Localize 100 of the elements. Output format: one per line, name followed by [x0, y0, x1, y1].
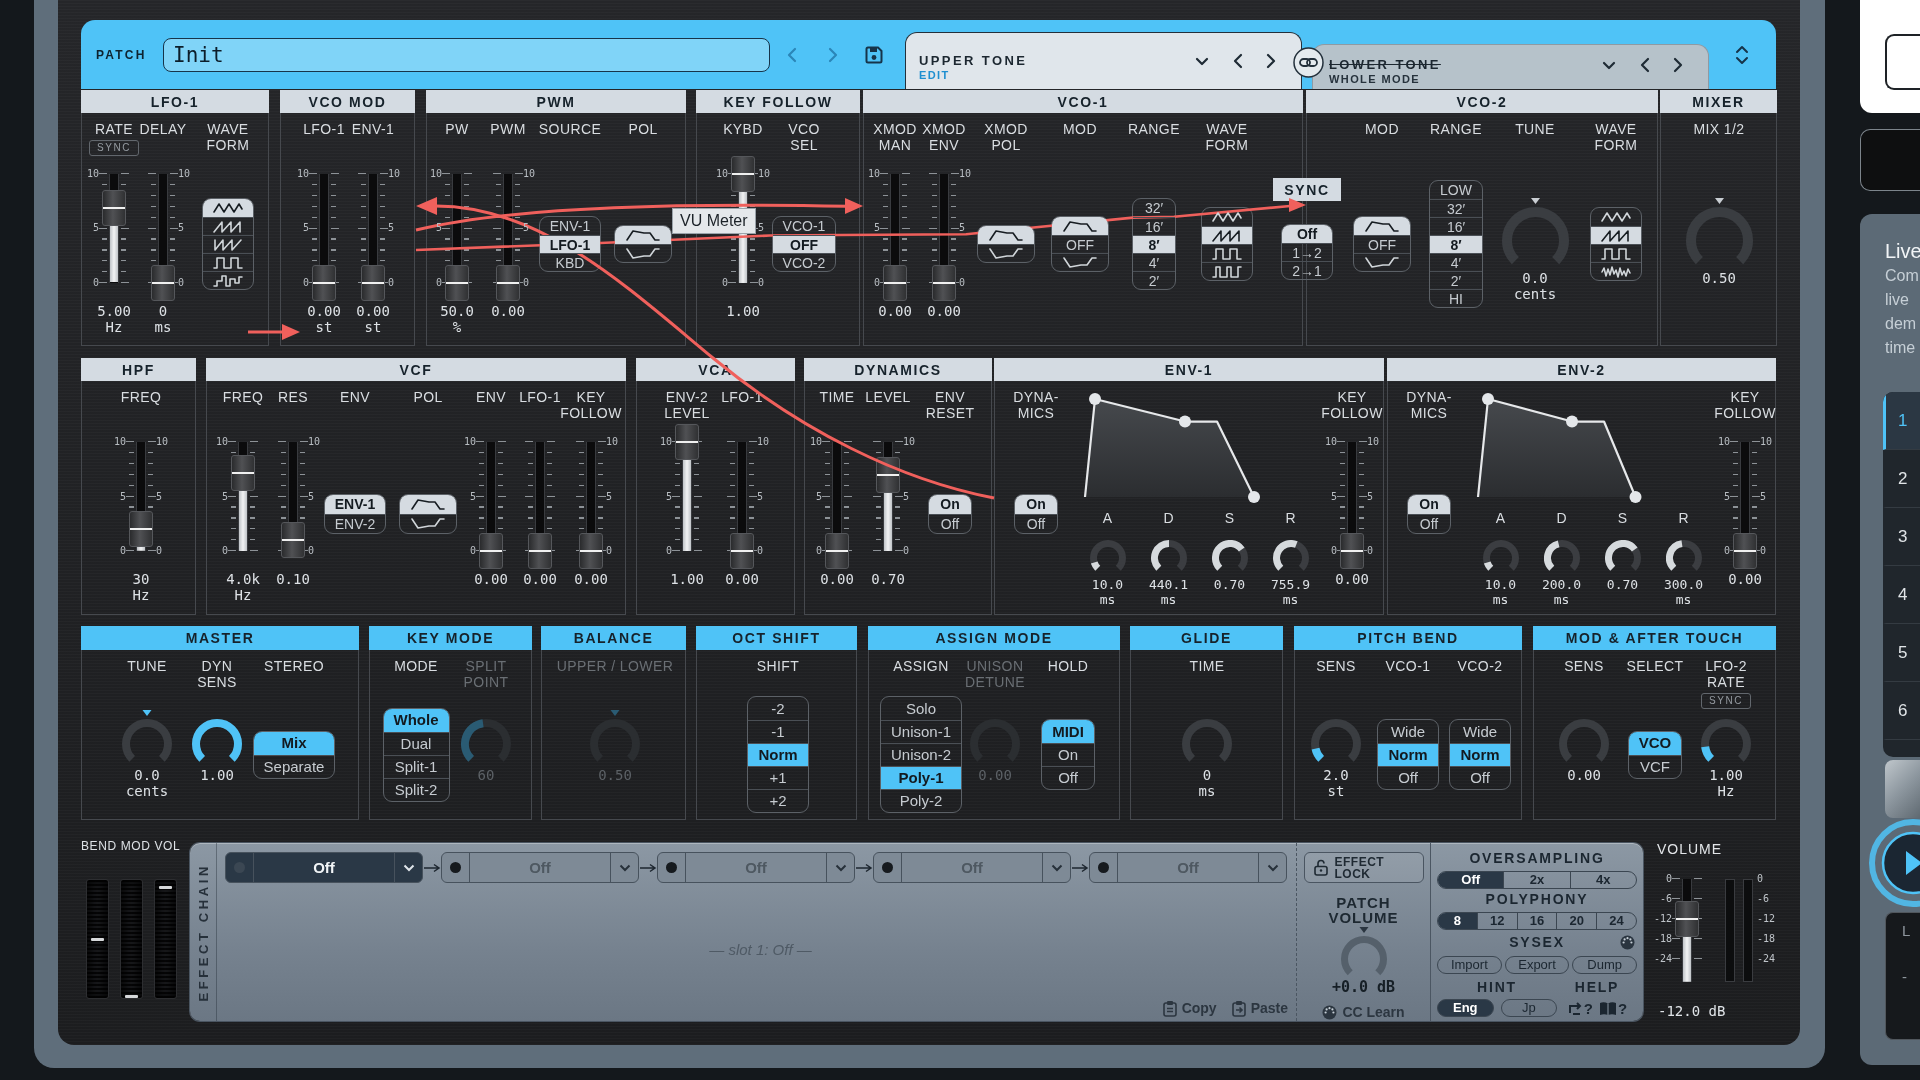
- option-button[interactable]: Mix: [253, 731, 335, 755]
- segment-button[interactable]: 8: [1438, 913, 1477, 929]
- option-button[interactable]: Split-2: [383, 777, 449, 801]
- option-button[interactable]: [978, 226, 1034, 244]
- option-button[interactable]: Dual: [383, 731, 449, 755]
- chevrons-up-down-icon[interactable]: [1735, 43, 1749, 66]
- slider-handle[interactable]: [1675, 901, 1699, 938]
- option-button[interactable]: ENV-1: [539, 217, 601, 235]
- option-button[interactable]: Solo: [881, 697, 961, 720]
- option-button[interactable]: [1202, 262, 1252, 280]
- segment-button[interactable]: 2x: [1503, 872, 1570, 888]
- wheel-thumb[interactable]: [159, 885, 172, 889]
- option-button[interactable]: 8′: [1133, 235, 1175, 253]
- option-button[interactable]: On: [929, 494, 971, 514]
- segment-button[interactable]: 24: [1596, 913, 1636, 929]
- option-button[interactable]: [203, 199, 253, 217]
- option-button[interactable]: [400, 494, 456, 514]
- option-button[interactable]: Poly-1: [881, 766, 961, 789]
- slider-handle[interactable]: [876, 456, 900, 493]
- knob[interactable]: [1089, 540, 1126, 573]
- slider-handle[interactable]: [102, 190, 126, 227]
- play-button[interactable]: [1866, 818, 1920, 908]
- wheel-thumb[interactable]: [91, 937, 104, 941]
- slider-handle[interactable]: [151, 264, 175, 301]
- option-button[interactable]: [203, 253, 253, 271]
- option-button[interactable]: OFF: [1354, 235, 1410, 253]
- slider-handle[interactable]: [825, 533, 849, 569]
- option-button[interactable]: Norm: [748, 743, 808, 766]
- option-button[interactable]: 1→2: [1282, 243, 1332, 261]
- option-button[interactable]: Wide: [1450, 720, 1510, 743]
- option-button[interactable]: [1354, 217, 1410, 235]
- segment-button[interactable]: Off: [1438, 872, 1504, 888]
- list-item[interactable]: 1: [1883, 392, 1920, 450]
- option-button[interactable]: Wide: [1378, 720, 1438, 743]
- knob[interactable]: [1543, 540, 1580, 573]
- option-button[interactable]: +1: [748, 766, 808, 789]
- knob[interactable]: [1272, 540, 1309, 573]
- option-button[interactable]: Split-1: [383, 754, 449, 778]
- option-button[interactable]: Norm: [1378, 743, 1438, 766]
- option-button[interactable]: Off: [1042, 766, 1094, 789]
- option-button[interactable]: Whole: [383, 708, 449, 732]
- option-button[interactable]: Unison-1: [881, 720, 961, 743]
- option-button[interactable]: [1591, 244, 1641, 262]
- segment-button[interactable]: 4x: [1569, 872, 1636, 888]
- save-icon[interactable]: [864, 44, 884, 65]
- option-button[interactable]: 8′: [1430, 235, 1482, 253]
- option-button[interactable]: [203, 271, 253, 289]
- segment-button[interactable]: 12: [1476, 913, 1517, 929]
- knob[interactable]: [1311, 719, 1361, 764]
- sync-button[interactable]: SYNC: [89, 140, 139, 156]
- option-button[interactable]: VCO-1: [772, 217, 836, 235]
- sync-button[interactable]: SYNC: [1701, 693, 1751, 709]
- option-button[interactable]: -2: [748, 697, 808, 720]
- option-button[interactable]: 4′: [1430, 253, 1482, 271]
- option-button[interactable]: [203, 235, 253, 253]
- option-button[interactable]: Off: [1450, 766, 1510, 789]
- option-button[interactable]: LFO-1: [539, 235, 601, 253]
- option-button[interactable]: [1591, 226, 1641, 244]
- option-button[interactable]: Separate: [253, 754, 335, 778]
- option-button[interactable]: [1052, 217, 1108, 235]
- option-button[interactable]: VCO-2: [772, 253, 836, 271]
- option-button[interactable]: Off: [1282, 225, 1332, 243]
- option-button[interactable]: [1052, 253, 1108, 271]
- patch-name-field[interactable]: Init: [163, 37, 770, 72]
- slider-handle[interactable]: [479, 533, 503, 569]
- option-button[interactable]: Off: [929, 513, 971, 533]
- option-button[interactable]: [615, 244, 671, 262]
- option-button[interactable]: [1202, 244, 1252, 262]
- list-item[interactable]: 3: [1883, 508, 1920, 566]
- slider-handle[interactable]: [312, 264, 336, 301]
- option-button[interactable]: KBD: [539, 253, 601, 271]
- option-button[interactable]: On: [1408, 494, 1450, 514]
- list-item[interactable]: 6: [1883, 682, 1920, 740]
- option-button[interactable]: +2: [748, 789, 808, 812]
- knob[interactable]: [1150, 540, 1187, 573]
- option-button[interactable]: [978, 244, 1034, 262]
- slider-handle[interactable]: [883, 264, 907, 301]
- option-button[interactable]: On: [1042, 743, 1094, 766]
- effect-lock-button[interactable]: EFFECT LOCK: [1303, 852, 1424, 883]
- slider-handle[interactable]: [932, 264, 956, 301]
- option-button[interactable]: 4′: [1133, 253, 1175, 271]
- option-button[interactable]: ENV-1: [324, 494, 386, 514]
- option-button[interactable]: MIDI: [1042, 720, 1094, 743]
- option-button[interactable]: [1591, 262, 1641, 280]
- option-button[interactable]: 2′: [1133, 271, 1175, 289]
- slider-handle[interactable]: [1340, 533, 1364, 569]
- slider-handle[interactable]: [496, 264, 520, 301]
- option-button[interactable]: LOW: [1430, 181, 1482, 199]
- knob[interactable]: [1665, 540, 1702, 573]
- language-button[interactable]: Eng: [1437, 999, 1494, 1017]
- slider-handle[interactable]: [730, 533, 754, 569]
- option-button[interactable]: Off: [1408, 513, 1450, 533]
- chevron-right-icon[interactable]: [1266, 53, 1276, 69]
- slider-handle[interactable]: [361, 264, 385, 301]
- option-button[interactable]: HI: [1430, 289, 1482, 307]
- slider-handle[interactable]: [731, 155, 755, 192]
- segment-button[interactable]: 20: [1556, 913, 1597, 929]
- slider-handle[interactable]: [1733, 533, 1757, 569]
- option-button[interactable]: OFF: [772, 235, 836, 253]
- option-button[interactable]: Off: [1015, 513, 1057, 533]
